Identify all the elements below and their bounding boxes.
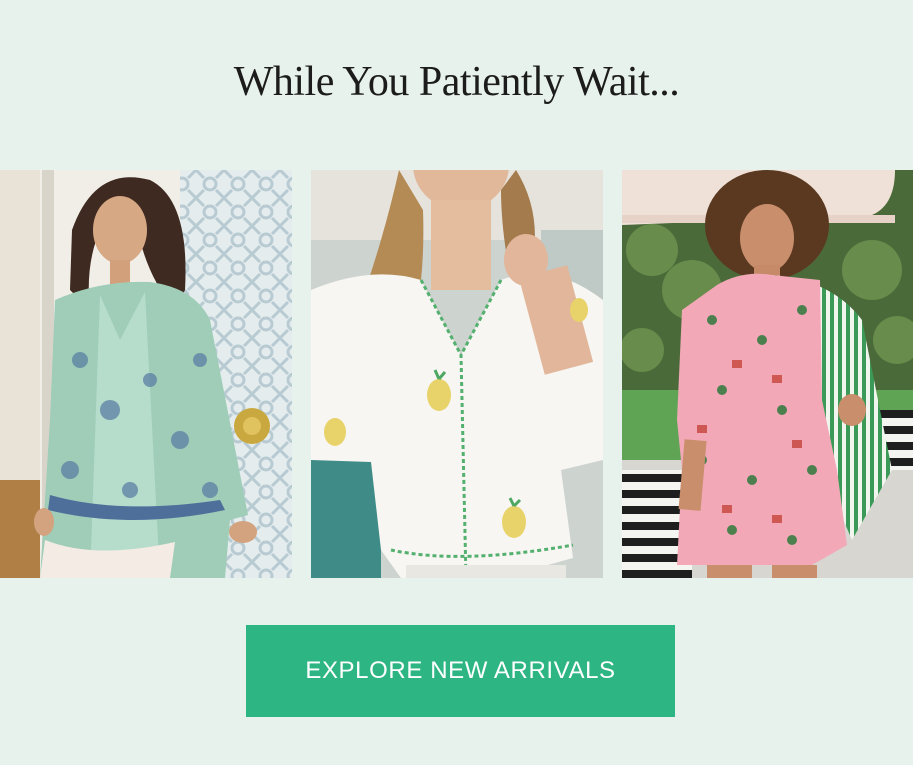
product-photo-lemon-top[interactable] [311,170,603,578]
explore-new-arrivals-button[interactable]: EXPLORE NEW ARRIVALS [246,625,675,717]
page-headline: While You Patiently Wait... [233,59,680,105]
product-gallery [0,170,913,578]
product-photo-pink-shirt[interactable] [622,170,913,578]
product-photo-green-robe[interactable] [0,170,292,578]
